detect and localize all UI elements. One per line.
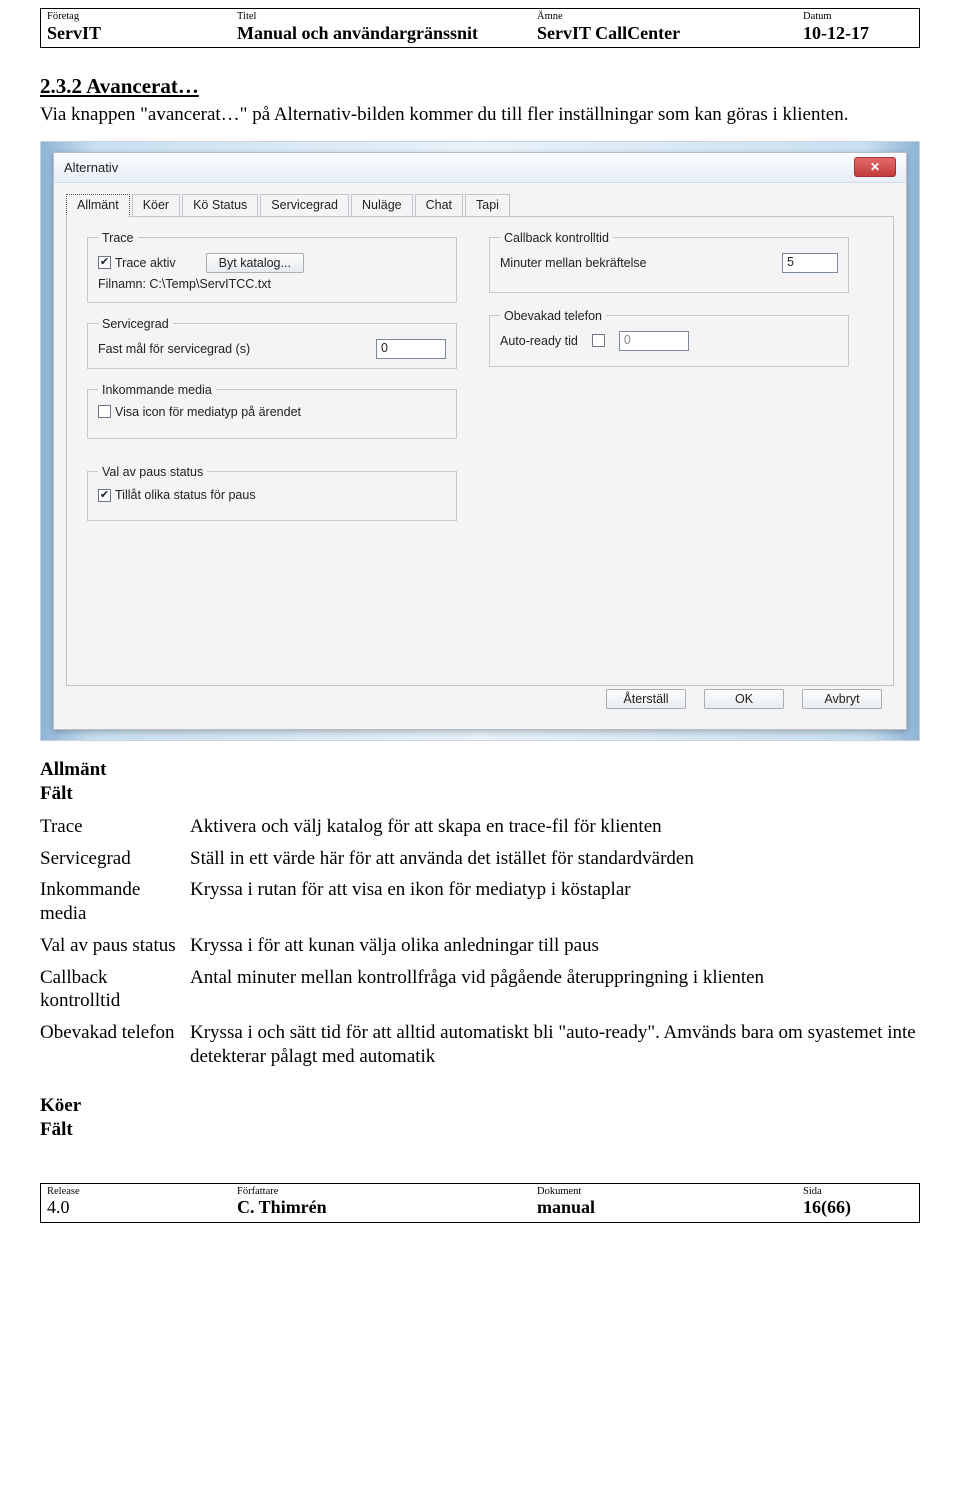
dialog-titlebar: Alternativ ✕: [54, 153, 906, 183]
tab-tapi[interactable]: Tapi: [465, 194, 510, 217]
servicegrad-input[interactable]: 0: [376, 339, 446, 359]
checkbox-icon: ✔: [98, 256, 111, 269]
koer-heading: Köer: [40, 1095, 920, 1117]
btn-byt-katalog[interactable]: Byt katalog...: [206, 253, 304, 273]
tab-chat[interactable]: Chat: [415, 194, 463, 217]
doc-header: Företag Titel Ämne Datum ServIT Manual o…: [40, 8, 920, 48]
cell-key: Trace: [40, 811, 190, 843]
cell-val: Ställ in ett värde här för att använda d…: [190, 843, 920, 875]
hdr-company: ServIT: [47, 23, 237, 44]
koer-sub: Fält: [40, 1119, 920, 1141]
hdr-title-lbl: Titel: [237, 11, 537, 23]
desc-sub: Fält: [40, 783, 920, 805]
ftr-page: 16(66): [803, 1197, 913, 1218]
servicegrad-label: Fast mål för servicegrad (s): [98, 342, 250, 356]
hdr-date-lbl: Datum: [803, 11, 913, 23]
gb-obevakad: Obevakad telefon Auto-ready tid 0: [489, 309, 849, 367]
table-row: Callback kontrolltidAntal minuter mellan…: [40, 962, 920, 1018]
tab-ko-status[interactable]: Kö Status: [182, 194, 258, 217]
checkbox-icon: [592, 334, 605, 347]
callback-label: Minuter mellan bekräftelse: [500, 256, 647, 270]
btn-avbryt[interactable]: Avbryt: [802, 689, 882, 709]
chk-trace-aktiv[interactable]: ✔ Trace aktiv: [98, 256, 176, 270]
hdr-title: Manual och användargränssnit: [237, 23, 537, 44]
gb-servicegrad-legend: Servicegrad: [98, 317, 173, 331]
gb-servicegrad: Servicegrad Fast mål för servicegrad (s)…: [87, 317, 457, 369]
trace-filnamn: Filnamn: C:\Temp\ServITCC.txt: [98, 277, 446, 291]
cell-val: Kryssa i för att kunan välja olika anled…: [190, 930, 920, 962]
chk-autoready[interactable]: [592, 334, 605, 347]
gb-paus: Val av paus status ✔ Tillåt olika status…: [87, 465, 457, 521]
gb-callback: Callback kontrolltid Minuter mellan bekr…: [489, 231, 849, 293]
close-button[interactable]: ✕: [854, 157, 896, 177]
screenshot-frame: Alternativ ✕ Allmänt Köer Kö Status Serv…: [40, 141, 920, 741]
dialog-alternativ: Alternativ ✕ Allmänt Köer Kö Status Serv…: [53, 152, 907, 730]
chk-trace-label: Trace aktiv: [115, 256, 176, 270]
hdr-subject: ServIT CallCenter: [537, 23, 803, 44]
desc-heading: Allmänt: [40, 759, 920, 781]
desc-table: TraceAktivera och välj katalog för att s…: [40, 811, 920, 1073]
gb-inkommande-legend: Inkommande media: [98, 383, 216, 397]
cell-val: Aktivera och välj katalog för att skapa …: [190, 811, 920, 843]
ftr-release: 4.0: [47, 1197, 237, 1218]
gb-trace-legend: Trace: [98, 231, 138, 245]
gb-callback-legend: Callback kontrolltid: [500, 231, 613, 245]
ftr-doc: manual: [537, 1197, 803, 1218]
chk-paus[interactable]: ✔ Tillåt olika status för paus: [98, 488, 256, 502]
close-icon: ✕: [870, 161, 880, 173]
ftr-author-lbl: Författare: [237, 1186, 537, 1198]
checkbox-icon: ✔: [98, 489, 111, 502]
table-row: Inkommande mediaKryssa i rutan för att v…: [40, 874, 920, 930]
cell-val: Kryssa i och sätt tid för att alltid aut…: [190, 1017, 920, 1073]
table-row: Obevakad telefonKryssa i och sätt tid fö…: [40, 1017, 920, 1073]
cell-key: Obevakad telefon: [40, 1017, 190, 1073]
hdr-subject-lbl: Ämne: [537, 11, 803, 23]
btn-aterstall[interactable]: Återställ: [606, 689, 686, 709]
tab-servicegrad[interactable]: Servicegrad: [260, 194, 349, 217]
dialog-buttons: Återställ OK Avbryt: [606, 689, 882, 709]
ftr-author: C. Thimrén: [237, 1197, 537, 1218]
cell-key: Servicegrad: [40, 843, 190, 875]
autoready-input[interactable]: 0: [619, 331, 689, 351]
cell-val: Antal minuter mellan kontrollfråga vid p…: [190, 962, 920, 1018]
ftr-page-lbl: Sida: [803, 1186, 913, 1198]
gb-inkommande: Inkommande media Visa icon för mediatyp …: [87, 383, 457, 439]
hdr-company-lbl: Företag: [47, 11, 237, 23]
dialog-title: Alternativ: [64, 160, 118, 175]
tab-koer[interactable]: Köer: [132, 194, 180, 217]
checkbox-icon: [98, 405, 111, 418]
ftr-doc-lbl: Dokument: [537, 1186, 803, 1198]
chk-paus-label: Tillåt olika status för paus: [115, 488, 256, 502]
tab-nulage[interactable]: Nuläge: [351, 194, 413, 217]
cell-key: Val av paus status: [40, 930, 190, 962]
table-row: ServicegradStäll in ett värde här för at…: [40, 843, 920, 875]
gb-trace: Trace ✔ Trace aktiv Byt katalog... Filna…: [87, 231, 457, 303]
tab-allmant[interactable]: Allmänt: [66, 194, 130, 217]
section-heading: 2.3.2 Avancerat…: [40, 74, 920, 99]
tabs: Allmänt Köer Kö Status Servicegrad Nuläg…: [54, 183, 906, 216]
doc-footer: Release Författare Dokument Sida 4.0 C. …: [40, 1183, 920, 1223]
cell-key: Callback kontrolltid: [40, 962, 190, 1018]
ftr-release-lbl: Release: [47, 1186, 237, 1198]
callback-input[interactable]: 5: [782, 253, 838, 273]
chk-inkommande[interactable]: Visa icon för mediatyp på ärendet: [98, 405, 301, 419]
cell-key: Inkommande media: [40, 874, 190, 930]
table-row: TraceAktivera och välj katalog för att s…: [40, 811, 920, 843]
cell-val: Kryssa i rutan för att visa en ikon för …: [190, 874, 920, 930]
table-row: Val av paus statusKryssa i för att kunan…: [40, 930, 920, 962]
gb-paus-legend: Val av paus status: [98, 465, 207, 479]
hdr-date: 10-12-17: [803, 23, 913, 44]
obevakad-label: Auto-ready tid: [500, 334, 578, 348]
btn-ok[interactable]: OK: [704, 689, 784, 709]
section-intro: Via knappen "avancerat…" på Alternativ-b…: [40, 103, 920, 127]
gb-obevakad-legend: Obevakad telefon: [500, 309, 606, 323]
chk-inkommande-label: Visa icon för mediatyp på ärendet: [115, 405, 301, 419]
tab-body: Trace ✔ Trace aktiv Byt katalog... Filna…: [66, 216, 894, 686]
